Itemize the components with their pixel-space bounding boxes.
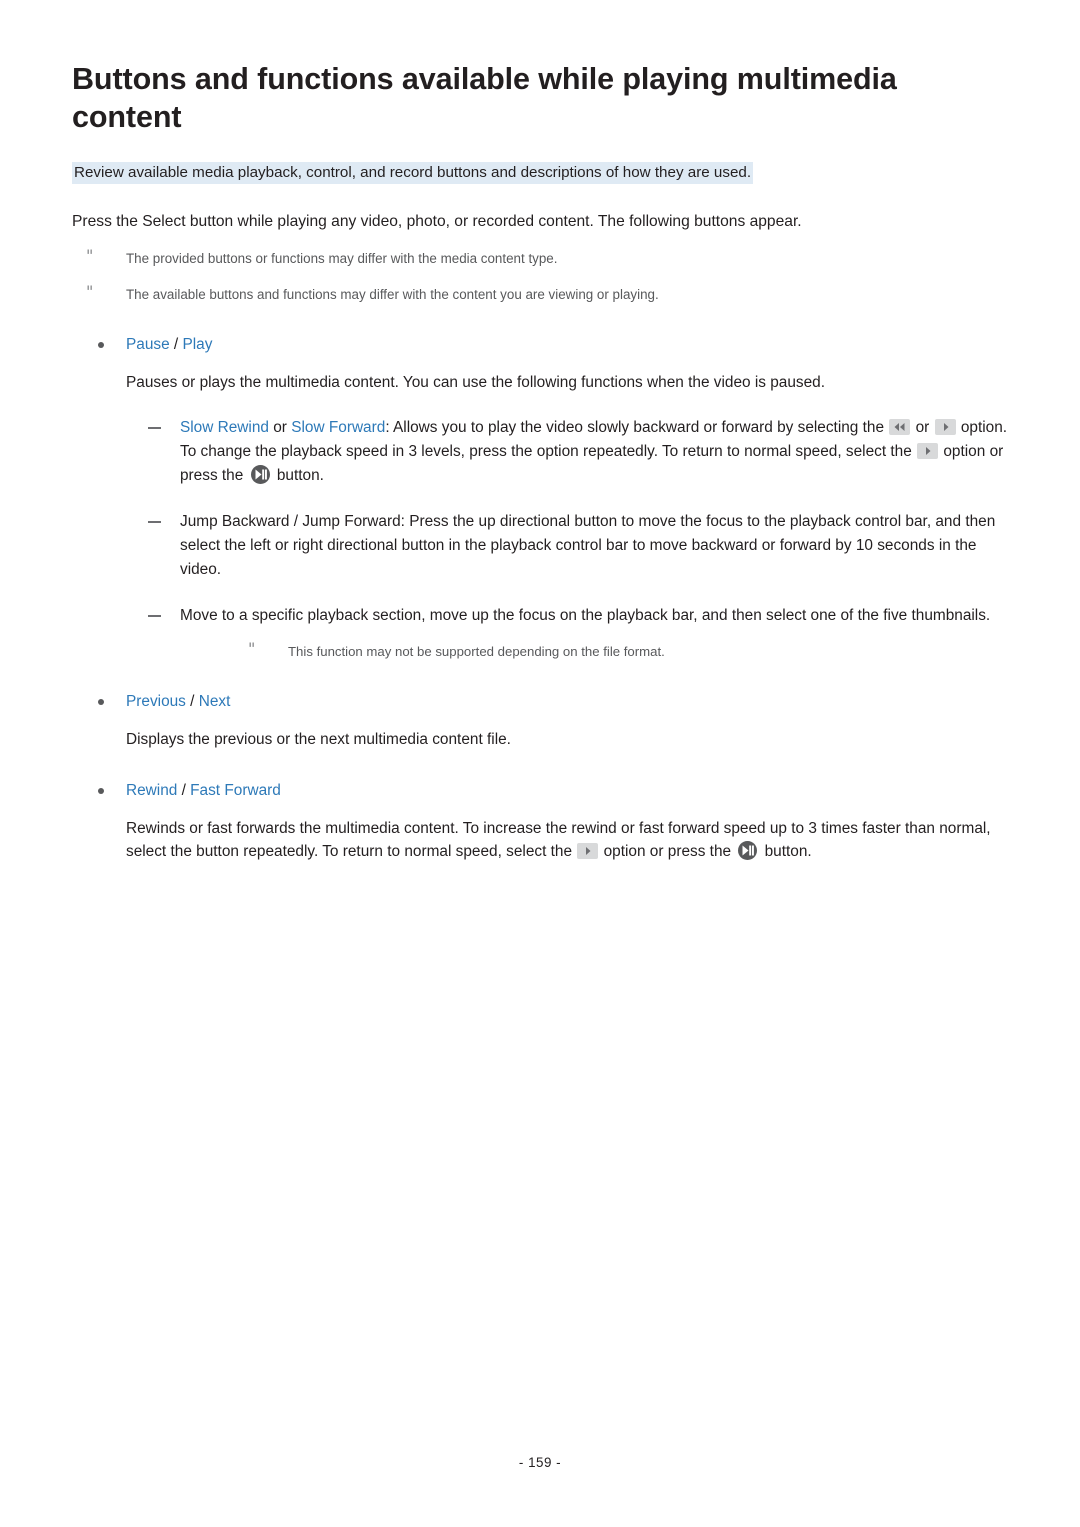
quote-icon: "	[86, 246, 94, 265]
body-text-3: button.	[760, 843, 812, 860]
body-text-2: option or press the	[599, 843, 736, 860]
page-number: - 159 -	[518, 1455, 562, 1470]
intro-paragraph: Press the Select button while playing an…	[72, 213, 802, 230]
body-text-1: Rewinds or fast forwards the multimedia …	[126, 820, 991, 860]
note-item: " The available buttons and functions ma…	[72, 282, 1008, 305]
subitem-text: Move to a specific playback section, mov…	[180, 607, 991, 624]
subitem-text-5: button.	[272, 467, 324, 484]
note-text: The provided buttons or functions may di…	[126, 251, 558, 266]
section-separator: /	[185, 693, 199, 710]
section-body-pause-play: Pauses or plays the multimedia content. …	[126, 374, 826, 391]
section-label-previous: Previous	[126, 693, 186, 710]
section-separator: /	[169, 336, 183, 353]
subitem-jump-backward-forward: Jump Backward / Jump Forward: Press the …	[126, 510, 1008, 582]
slow-rewind-icon	[889, 419, 911, 435]
subitem-text-1: : Allows you to play the video slowly ba…	[385, 419, 889, 436]
section-heading-pause-play: Pause / Play	[72, 334, 1008, 356]
note-item: " The provided buttons or functions may …	[72, 246, 1008, 269]
bullet-dot-icon	[98, 788, 104, 794]
dash-icon	[148, 416, 162, 440]
note-text: This function may not be supported depen…	[288, 644, 665, 659]
subitem-text-2: or	[911, 419, 934, 436]
section-heading-rewind-fast-forward: Rewind / Fast Forward	[72, 780, 1008, 802]
dash-icon	[148, 604, 162, 628]
text-or: or	[268, 419, 292, 436]
section-body-previous-next: Displays the previous or the next multim…	[126, 731, 511, 748]
section-heading-previous-next: Previous / Next	[72, 691, 1008, 713]
page-subtitle: Review available media playback, control…	[72, 162, 754, 184]
link-slow-forward: Slow Forward	[291, 419, 386, 436]
bullet-dot-icon	[98, 699, 104, 705]
play-pause-icon	[736, 840, 759, 861]
subitem-playback-section: Move to a specific playback section, mov…	[126, 604, 1008, 662]
link-slow-rewind: Slow Rewind	[180, 419, 269, 436]
section-label-play: Play	[182, 336, 213, 353]
section-label-fast-forward: Fast Forward	[190, 782, 281, 799]
note-text: The available buttons and functions may …	[126, 287, 659, 302]
quote-icon: "	[248, 639, 256, 658]
dash-icon	[148, 510, 162, 534]
subitem-text: Jump Backward / Jump Forward: Press the …	[180, 513, 996, 578]
section-label-next: Next	[198, 693, 231, 710]
section-body-rewind-fast-forward: Rewinds or fast forwards the multimedia …	[126, 818, 1008, 863]
bullet-dot-icon	[98, 342, 104, 348]
forward-icon	[917, 443, 939, 459]
section-separator: /	[177, 782, 191, 799]
subtitle-container: Review available media playback, control…	[72, 161, 1008, 185]
section-label-rewind: Rewind	[126, 782, 178, 799]
section-label-pause: Pause	[126, 336, 170, 353]
page-title: Buttons and functions available while pl…	[72, 62, 897, 134]
nested-note-item: " This function may not be supported dep…	[234, 639, 1008, 662]
page-content: Buttons and functions available while pl…	[72, 60, 1008, 863]
document-page: Buttons and functions available while pl…	[0, 0, 1080, 1527]
quote-icon: "	[86, 282, 94, 301]
forward-icon	[577, 843, 599, 859]
slow-forward-icon	[934, 419, 956, 435]
subitem-slow-rewind-forward: Slow Rewind or Slow Forward: Allows you …	[126, 416, 1008, 488]
play-pause-icon	[249, 464, 272, 485]
